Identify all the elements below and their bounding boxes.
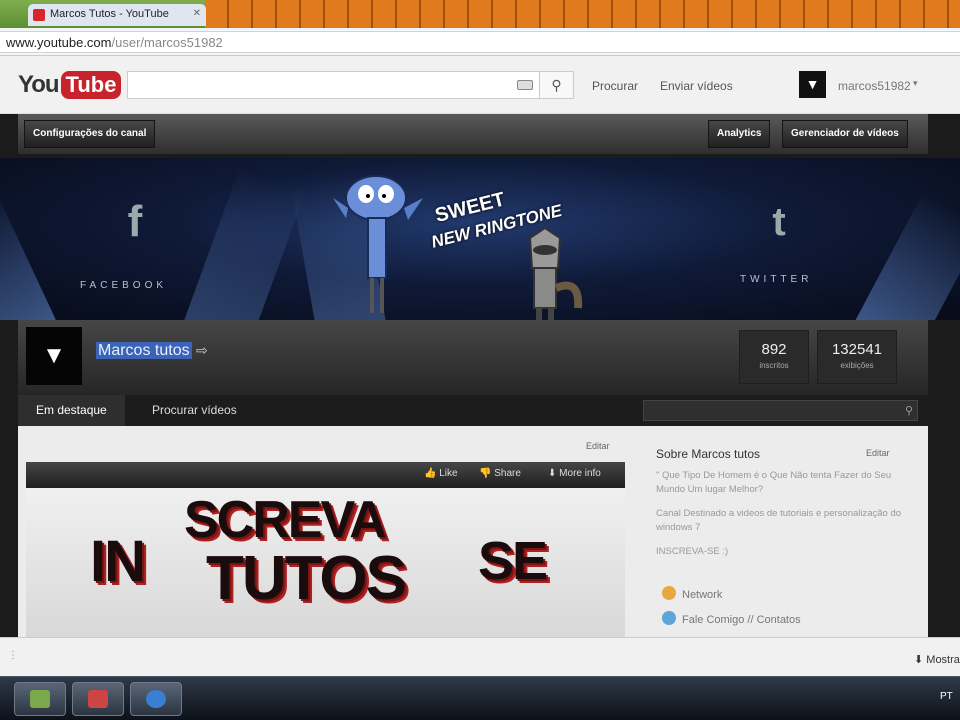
search-icon: ⚲ [551,76,562,93]
subscribers-count: 892 [761,341,787,358]
show-all-label: Mostrar [926,654,960,666]
logo-you-text: You [18,71,60,98]
youtube-masthead: You Tube ⚲ Procurar Enviar vídeos ▼ marc… [0,56,960,114]
info-icon: ⬇ [548,468,557,479]
subscribers-label: inscritos [759,361,789,370]
more-info-label: More info [559,468,601,479]
views-stat[interactable]: 132541 exibições [817,330,897,384]
about-title: Sobre Marcos tutos [656,447,761,461]
edit-featured-link[interactable]: Editar [586,441,610,451]
search-input[interactable] [127,71,540,99]
channel-content: Editar 👍 Like 👎 Share ⬇ More info SCREVA… [18,426,928,637]
facebook-icon[interactable]: f [118,198,152,246]
edit-about-link[interactable]: Editar [866,448,890,458]
poster-word-1: SCREVA [184,491,387,549]
chevron-down-icon[interactable]: ▾ [913,78,918,89]
video-manager-button[interactable]: Gerenciador de vídeos [782,120,908,148]
url-path: /user/marcos51982 [111,35,223,50]
network-link[interactable]: Network [662,586,722,601]
search-icon[interactable]: ⚲ [905,404,913,417]
browser-tab-title: Marcos Tutos - YouTube [50,8,169,20]
bird-character-illustration [333,175,423,313]
channel-name: Marcos tutos [96,342,192,359]
views-count: 132541 [831,341,883,358]
channel-tabs: Em destaque Procurar vídeos ⚲ [18,395,928,426]
upload-link[interactable]: Enviar vídeos [660,79,733,93]
share-label: Share [494,468,521,479]
youtube-favicon-icon [33,9,45,21]
taskbar-app-media[interactable] [72,682,124,716]
contact-icon [662,611,676,625]
channel-settings-button[interactable]: Configurações do canal [24,120,156,148]
facebook-label: FACEBOOK [80,280,168,291]
video-thumbnail[interactable]: SCREVA IN TUTOS SE [26,488,625,637]
explorer-icon [30,690,50,708]
share-arrow-icon[interactable]: ⇨ [196,342,208,358]
like-button[interactable]: 👍 Like [424,468,458,479]
taskbar-app-explorer[interactable] [14,682,66,716]
raccoon-character-illustration [528,228,583,320]
about-quote: " Que Tipo De Homem é o Que Não tenta Fa… [656,470,892,495]
channel-banner: f FACEBOOK t TWITTER SWEET NEW RINGTONE [0,158,960,320]
search-button[interactable]: ⚲ [540,71,574,99]
video-top-bar: 👍 Like 👎 Share ⬇ More info [26,462,625,488]
tab-browse-videos[interactable]: Procurar vídeos [134,395,255,426]
spotlight-beam [0,189,67,320]
about-panel: Sobre Marcos tutos Editar " Que Tipo De … [648,441,928,637]
channel-owner-toolbar: Configurações do canal Analytics Gerenci… [18,114,928,154]
poster-word-3: TUTOS [206,544,407,613]
thumbs-down-icon: 👎 [479,468,492,479]
browse-link[interactable]: Procurar [592,79,638,93]
about-description: Canal Destinado a videos de tutoriais e … [656,508,902,533]
user-avatar[interactable]: ▼ [799,71,826,98]
youtube-logo[interactable]: You Tube [18,68,122,102]
browser-theme-background [205,0,960,28]
close-tab-icon[interactable]: ✕ [193,8,201,19]
taskbar-app-browser[interactable] [130,682,182,716]
channel-search-input[interactable]: ⚲ [643,400,918,421]
twitter-icon[interactable]: t [762,198,796,246]
network-icon [662,586,676,600]
show-all-downloads-button[interactable]: ⬇ Mostrar [914,653,960,666]
network-label: Network [682,589,723,601]
address-bar: www.youtube.com/user/marcos51982 [0,28,960,56]
media-icon [88,690,108,708]
subscribers-stat[interactable]: 892 inscritos [739,330,809,384]
tab-featured[interactable]: Em destaque [18,395,125,426]
spotlight-beam [182,166,307,320]
download-bar-grip: ⋮ [8,650,18,661]
browser-tab[interactable]: Marcos Tutos - YouTube ✕ [28,4,206,26]
poster-word-4: SE [478,531,548,591]
contact-label: Fale Comigo // Contatos [682,614,801,626]
browser-tab-bar: Marcos Tutos - YouTube ✕ [0,0,960,28]
keyboard-icon[interactable] [517,80,533,90]
views-label: exibições [840,361,874,370]
channel-header: ▼ Marcos tutos ⇨ 892 inscritos 132541 ex… [18,320,928,395]
poster-word-2: IN [90,529,146,594]
channel-avatar[interactable]: ▼ [26,327,82,385]
like-label: Like [439,468,458,479]
spotlight-beam [844,191,960,320]
thumbs-up-icon: 👍 [424,468,437,479]
browser-icon [146,690,166,708]
subscribe-cta: INSCREVA-SE :) [656,546,729,557]
username-menu[interactable]: marcos51982 [838,79,911,93]
featured-video-player[interactable]: 👍 Like 👎 Share ⬇ More info SCREVA IN TUT… [26,462,625,637]
url-host: www.youtube.com [6,35,112,50]
url-field[interactable]: www.youtube.com/user/marcos51982 [0,31,960,53]
windows-taskbar: PT [0,676,960,720]
logo-tube-text: Tube [60,71,122,99]
analytics-button[interactable]: Analytics [708,120,771,148]
download-icon: ⬇ [914,654,924,666]
more-info-button[interactable]: ⬇ More info [548,468,601,479]
language-indicator[interactable]: PT [940,691,953,702]
download-bar: ⋮ ⬇ Mostrar [0,637,960,676]
contact-link[interactable]: Fale Comigo // Contatos [662,611,801,626]
channel-title: Marcos tutos ⇨ [96,342,208,360]
share-button[interactable]: 👎 Share [479,468,521,479]
twitter-label: TWITTER [740,274,813,285]
